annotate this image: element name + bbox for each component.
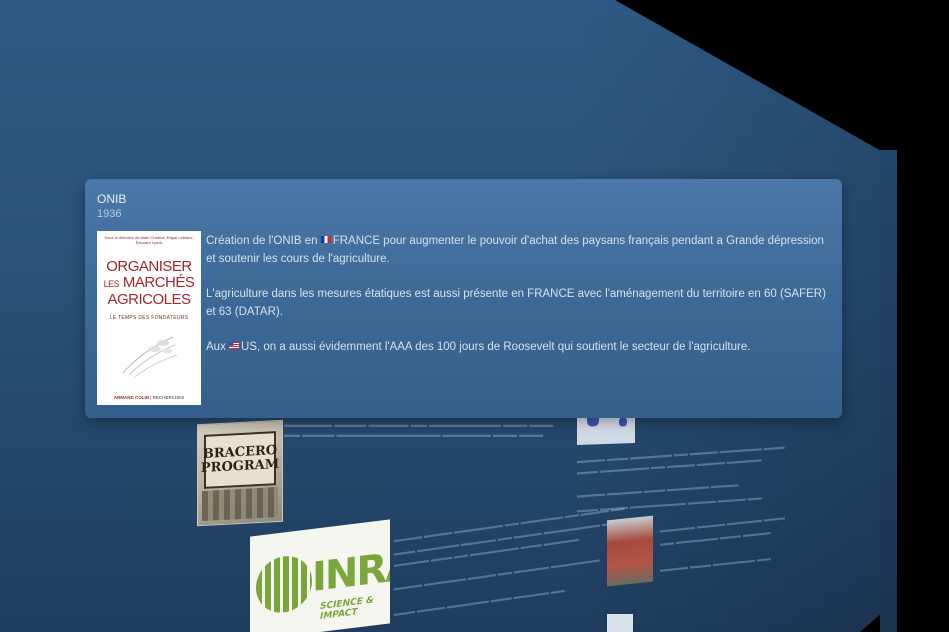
building-photo-thumbnail[interactable]: [607, 515, 653, 587]
timeline-3d-view: ▬▬▬▬▬▬ ▬▬▬▬ ▬▬▬▬▬ ▬▬ ▬▬▬▬▬▬▬▬▬ ▬▬▬ ▬▬▬ ▬…: [0, 0, 949, 632]
description-paragraph: L'agriculture dans les mesures étatiques…: [206, 288, 826, 318]
wheat-illustration-icon: [122, 336, 178, 378]
bracero-program-poster[interactable]: BRACERO PROGRAM: [197, 419, 283, 527]
event-year: 1936: [97, 208, 122, 220]
small-thumbnail[interactable]: [607, 614, 633, 632]
book-title: ORGANISER LES MARCHÉS AGRICOLES: [103, 258, 195, 308]
us-flag-icon: [229, 342, 240, 349]
france-flag-icon: [320, 236, 331, 243]
event-description: Création de l'ONIB en FRANCE pour augmen…: [206, 233, 832, 375]
inra-globe-icon: [256, 552, 312, 616]
bg-event-text: ▬▬ ▬▬▬▬ ▬▬▬▬▬▬▬▬▬▬▬▬▬ ▬▬▬▬▬▬ ▬▬▬ ▬▬▬: [284, 430, 544, 439]
inra-logo-image[interactable]: INRA SCIENCE & IMPACT: [250, 519, 390, 632]
bg-event-text: ▬▬▬▬▬▬ ▬▬▬▬ ▬▬▬▬▬ ▬▬ ▬▬▬▬▬▬▬▬▬ ▬▬▬ ▬▬▬: [284, 420, 554, 429]
description-paragraph: Aux US, on a aussi évidemment l'AAA des …: [206, 341, 751, 353]
event-title: ONIB: [97, 192, 127, 206]
event-detail-card[interactable]: ONIB 1936 Sous la direction de Alain Cha…: [85, 179, 842, 418]
description-paragraph: Création de l'ONIB en FRANCE pour augmen…: [206, 235, 824, 265]
book-cover-image[interactable]: Sous la direction de Alain Chatriot, Edg…: [97, 231, 201, 405]
